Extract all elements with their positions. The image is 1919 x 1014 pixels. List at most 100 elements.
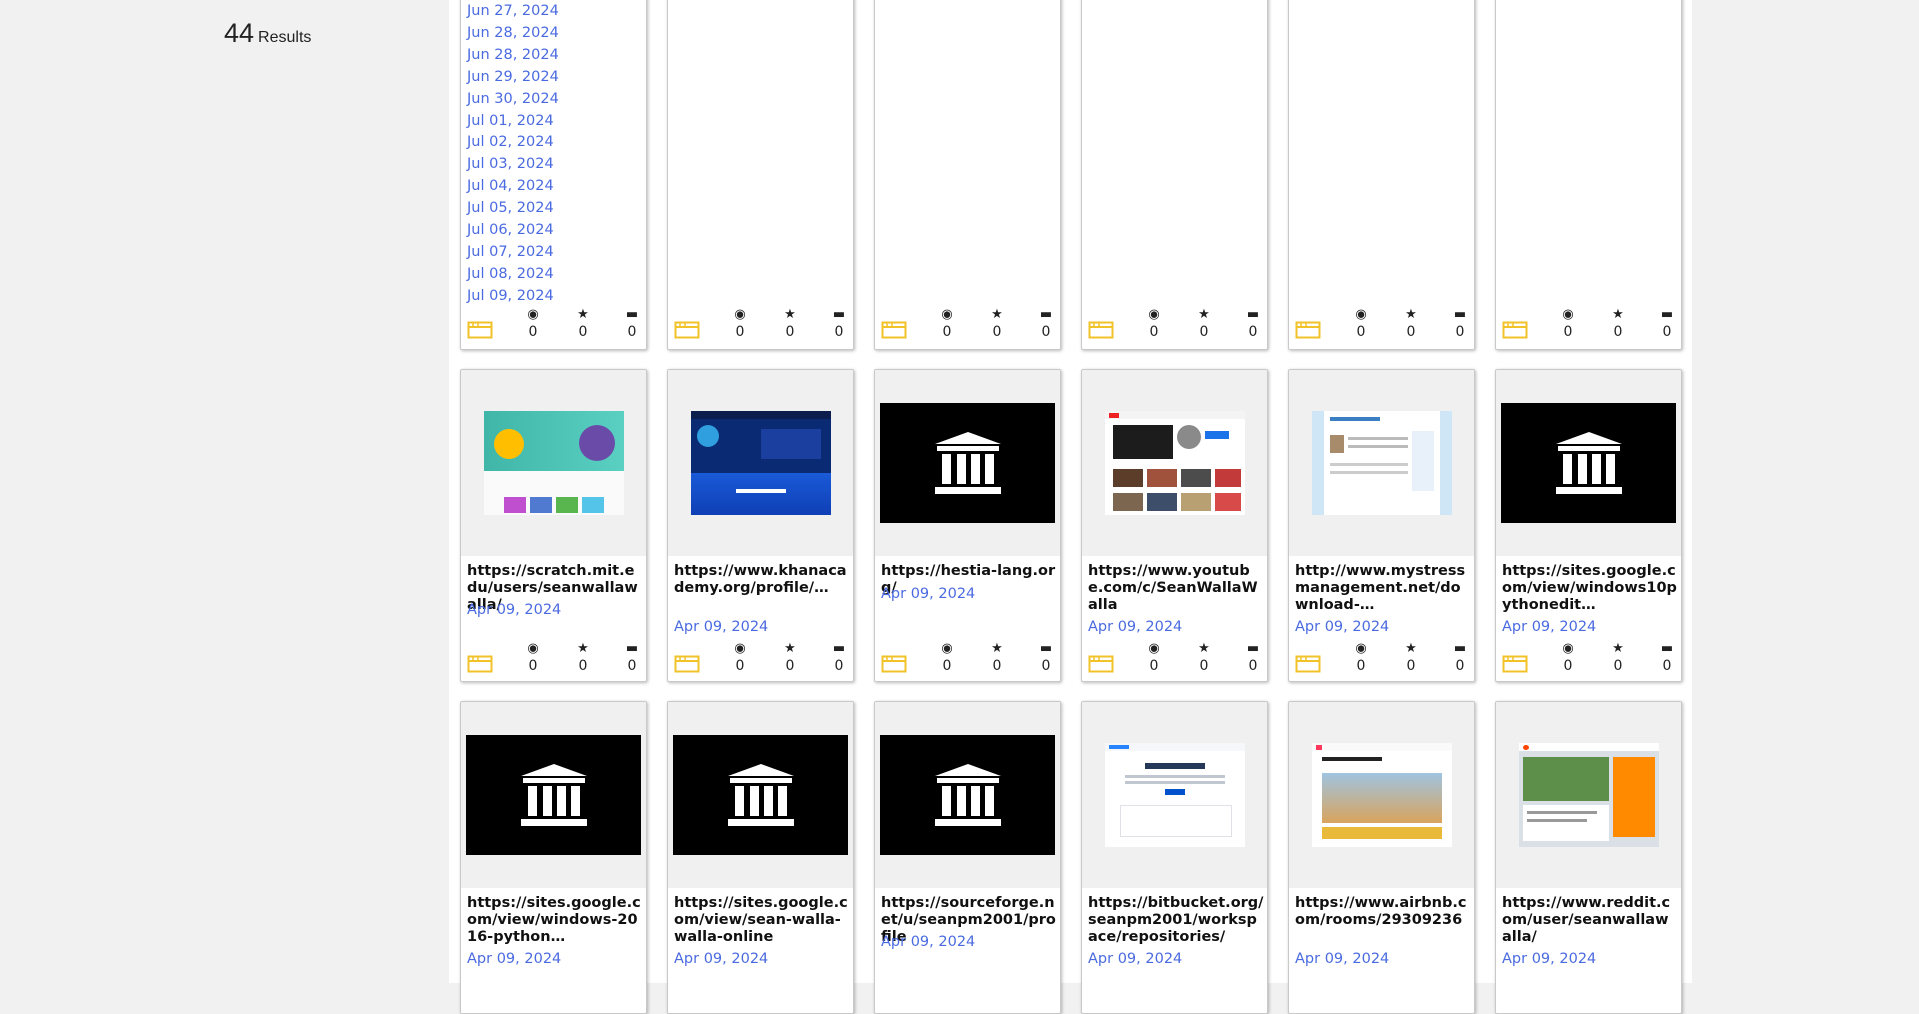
- card-thumbnail[interactable]: [1496, 370, 1681, 556]
- capture-date-link[interactable]: Jun 28, 2024: [467, 23, 559, 45]
- card-date[interactable]: Apr 09, 2024: [1295, 619, 1389, 635]
- comments-count: ▬ 0: [1238, 640, 1267, 674]
- result-card[interactable]: https://www.airbnb.com/rooms/29309236 Ap…: [1288, 701, 1475, 1014]
- comment-icon: ▬: [1246, 307, 1260, 322]
- web-media-icon[interactable]: [1295, 320, 1321, 340]
- card-date[interactable]: Apr 09, 2024: [467, 602, 561, 618]
- card-thumbnail[interactable]: [668, 370, 853, 556]
- card-date[interactable]: Apr 09, 2024: [1502, 619, 1596, 635]
- favorites-count: ★ 0: [775, 640, 805, 674]
- card-stats: ◉ 0 ★ 0 ▬ 0: [668, 640, 853, 680]
- capture-date-link[interactable]: Jul 04, 2024: [467, 176, 559, 198]
- card-title[interactable]: https://www.khanacademy.org/profile/…: [674, 563, 850, 597]
- result-card[interactable]: ◉ 0 ★ 0 ▬ 0: [1288, 0, 1475, 350]
- result-card[interactable]: ◉ 0 ★ 0 ▬ 0: [874, 0, 1061, 350]
- favorites-count: ★ 0: [1603, 640, 1633, 674]
- card-title[interactable]: https://sites.google.com/view/windows-20…: [467, 895, 643, 946]
- result-card[interactable]: https://bitbucket.org/seanpm2001/workspa…: [1081, 701, 1268, 1014]
- web-media-icon[interactable]: [1502, 320, 1528, 340]
- web-media-icon[interactable]: [881, 654, 907, 674]
- card-thumbnail[interactable]: [461, 702, 646, 888]
- capture-date-link[interactable]: Jun 28, 2024: [467, 45, 559, 67]
- card-date[interactable]: Apr 09, 2024: [467, 951, 561, 967]
- card-date[interactable]: Apr 09, 2024: [1088, 951, 1182, 967]
- result-card[interactable]: https://hestia-lang.org/ Apr 09, 2024 ◉ 0…: [874, 369, 1061, 682]
- card-date[interactable]: Apr 09, 2024: [674, 951, 768, 967]
- capture-date-link[interactable]: Jul 08, 2024: [467, 264, 559, 286]
- result-card[interactable]: https://sourceforge.net/u/seanpm2001/pro…: [874, 701, 1061, 1014]
- capture-date-link[interactable]: Jun 27, 2024: [467, 1, 559, 23]
- card-thumbnail[interactable]: [461, 370, 646, 556]
- web-media-icon[interactable]: [674, 654, 700, 674]
- eye-icon: ◉: [1355, 641, 1367, 656]
- card-title[interactable]: https://sites.google.com/view/windows10p…: [1502, 563, 1678, 614]
- card-title[interactable]: https://bitbucket.org/seanpm2001/workspa…: [1088, 895, 1264, 946]
- card-date[interactable]: Apr 09, 2024: [1502, 951, 1596, 967]
- web-media-icon[interactable]: [674, 320, 700, 340]
- card-date[interactable]: Apr 09, 2024: [881, 934, 975, 950]
- favorites-value: 0: [785, 324, 795, 340]
- capture-date-link[interactable]: Jun 29, 2024: [467, 67, 559, 89]
- result-card[interactable]: https://www.youtube.com/c/SeanWallaWalla…: [1081, 369, 1268, 682]
- card-date[interactable]: Apr 09, 2024: [1088, 619, 1182, 635]
- card-thumbnail[interactable]: [1082, 702, 1267, 888]
- capture-date-link[interactable]: Jul 07, 2024: [467, 242, 559, 264]
- card-date[interactable]: Apr 09, 2024: [1295, 951, 1389, 967]
- eye-icon: ◉: [527, 307, 539, 322]
- web-media-icon[interactable]: [467, 654, 493, 674]
- favorites-value: 0: [1199, 658, 1209, 674]
- capture-date-link[interactable]: Jul 06, 2024: [467, 220, 559, 242]
- archive-building-icon: [727, 764, 794, 826]
- card-title[interactable]: https://sites.google.com/view/sean-walla…: [674, 895, 850, 946]
- eye-icon: ◉: [527, 641, 539, 656]
- web-media-icon[interactable]: [1502, 654, 1528, 674]
- card-date[interactable]: Apr 09, 2024: [881, 586, 975, 602]
- result-card[interactable]: https://www.khanacademy.org/profile/… Ap…: [667, 369, 854, 682]
- capture-date-link[interactable]: Jun 30, 2024: [467, 89, 559, 111]
- comment-icon: ▬: [1453, 307, 1467, 322]
- results-number: 44: [224, 18, 255, 48]
- views-count: ◉ 0: [1139, 640, 1169, 674]
- result-card[interactable]: ◉ 0 ★ 0 ▬ 0: [1081, 0, 1268, 350]
- star-icon: ★: [784, 641, 796, 656]
- card-thumbnail[interactable]: [875, 702, 1060, 888]
- result-card[interactable]: Jun 27, 2024 Jun 28, 2024 Jun 28, 2024 J…: [460, 0, 647, 350]
- web-media-icon[interactable]: [1088, 654, 1114, 674]
- comment-icon: ▬: [625, 307, 639, 322]
- eye-icon: ◉: [1148, 641, 1160, 656]
- result-card[interactable]: https://sites.google.com/view/sean-walla…: [667, 701, 854, 1014]
- capture-date-link[interactable]: Jul 02, 2024: [467, 132, 559, 154]
- web-media-icon[interactable]: [467, 320, 493, 340]
- card-thumbnail[interactable]: [1082, 370, 1267, 556]
- card-thumbnail[interactable]: [875, 370, 1060, 556]
- card-thumbnail[interactable]: [668, 702, 853, 888]
- result-card[interactable]: https://www.reddit.com/user/seanwallawal…: [1495, 701, 1682, 1014]
- capture-dates-list: Jun 27, 2024 Jun 28, 2024 Jun 28, 2024 J…: [467, 1, 559, 308]
- result-card[interactable]: ◉ 0 ★ 0 ▬ 0: [667, 0, 854, 350]
- favorites-count: ★ 0: [1396, 306, 1426, 340]
- comment-icon: ▬: [1453, 641, 1467, 656]
- card-date[interactable]: Apr 09, 2024: [674, 619, 768, 635]
- capture-date-link[interactable]: Jul 03, 2024: [467, 154, 559, 176]
- result-card[interactable]: https://sites.google.com/view/windows10p…: [1495, 369, 1682, 682]
- capture-date-link[interactable]: Jul 05, 2024: [467, 198, 559, 220]
- result-card[interactable]: http://www.mystressmanagement.net/downlo…: [1288, 369, 1475, 682]
- result-card[interactable]: https://sites.google.com/view/windows-20…: [460, 701, 647, 1014]
- scratch-screenshot: [483, 411, 624, 515]
- card-title[interactable]: https://www.reddit.com/user/seanwallawal…: [1502, 895, 1678, 946]
- web-media-icon[interactable]: [1088, 320, 1114, 340]
- card-thumbnail[interactable]: [1289, 702, 1474, 888]
- card-title[interactable]: https://www.airbnb.com/rooms/29309236: [1295, 895, 1471, 929]
- card-title[interactable]: http://www.mystressmanagement.net/downlo…: [1295, 563, 1471, 614]
- web-media-icon[interactable]: [881, 320, 907, 340]
- favorites-value: 0: [992, 324, 1002, 340]
- web-media-icon[interactable]: [1295, 654, 1321, 674]
- card-title[interactable]: https://www.youtube.com/c/SeanWallaWalla: [1088, 563, 1264, 614]
- capture-date-link[interactable]: Jul 09, 2024: [467, 286, 559, 308]
- result-card[interactable]: https://scratch.mit.edu/users/seanwallaw…: [460, 369, 647, 682]
- result-card[interactable]: ◉ 0 ★ 0 ▬ 0: [1495, 0, 1682, 350]
- card-thumbnail[interactable]: [1496, 702, 1681, 888]
- card-thumbnail[interactable]: [1289, 370, 1474, 556]
- capture-date-link[interactable]: Jul 01, 2024: [467, 111, 559, 133]
- comments-value: 0: [1455, 658, 1465, 674]
